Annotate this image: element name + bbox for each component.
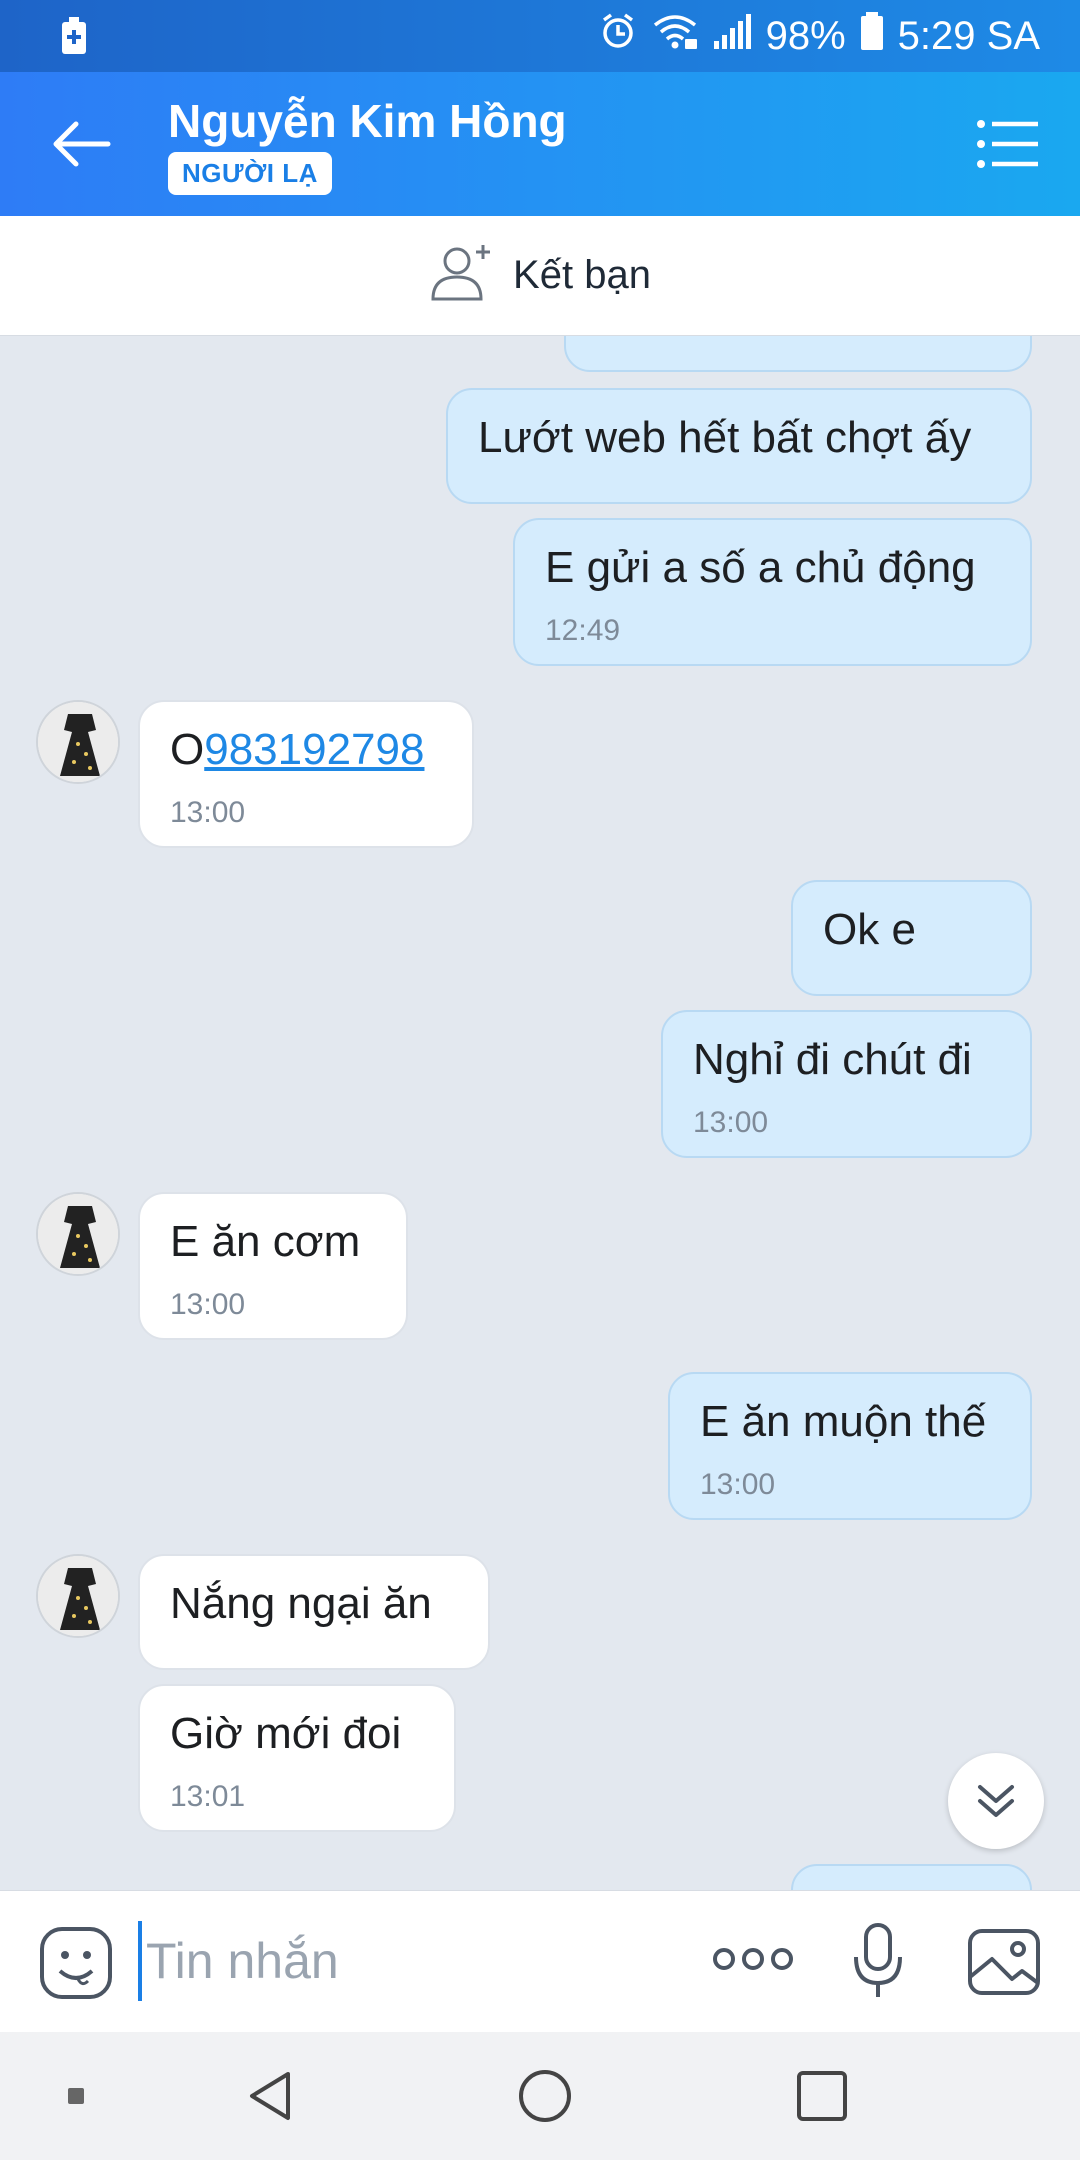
nav-back-button[interactable]	[230, 2032, 310, 2160]
send-photo-button[interactable]	[966, 1927, 1042, 2002]
message-bubble-partial[interactable]	[564, 336, 1032, 372]
system-nav-bar	[0, 2032, 1080, 2160]
message-text: E ăn cơm	[170, 1217, 361, 1266]
message-bubble[interactable]: Giờ mới đoi 13:01	[138, 1684, 456, 1832]
message-text: Nghỉ đi chút đi	[693, 1035, 972, 1084]
message-text: Nắng ngại ăn	[170, 1579, 432, 1628]
message-time: 13:01	[170, 1780, 246, 1813]
circle-home-icon	[519, 2070, 571, 2122]
composer-bar	[0, 1890, 1080, 2032]
battery-percent: 98%	[765, 13, 846, 58]
image-icon	[968, 1929, 1040, 1995]
message-list[interactable]: Lướt web hết bất chợt ấy E gửi a số a ch…	[0, 336, 1080, 1890]
message-bubble[interactable]: O983192798 13:00	[138, 700, 474, 848]
message-time: 13:00	[693, 1106, 769, 1139]
nav-indicator-icon	[56, 2032, 96, 2160]
battery-saver-icon	[60, 16, 88, 61]
scroll-to-bottom-button[interactable]	[948, 1753, 1044, 1849]
back-button[interactable]	[48, 114, 118, 174]
sticker-smile-icon	[40, 1927, 112, 1999]
voice-record-button[interactable]	[848, 1921, 908, 2006]
microphone-icon	[854, 1923, 902, 1997]
square-recents-icon	[797, 2071, 847, 2121]
message-text: E ăn muộn thế	[700, 1397, 987, 1446]
message-text: Giờ mới đoi	[170, 1709, 402, 1758]
message-time: 13:00	[700, 1468, 776, 1501]
clock-time: 5:29 SA	[897, 13, 1040, 58]
message-text: E gửi a số a chủ động	[545, 543, 976, 592]
message-input[interactable]	[138, 1921, 678, 2001]
nav-home-button[interactable]	[505, 2032, 585, 2160]
emoji-button[interactable]	[38, 1925, 114, 2006]
contact-name[interactable]: Nguyễn Kim Hồng	[168, 94, 567, 148]
contact-avatar[interactable]	[36, 1192, 120, 1276]
dress-photo-icon	[38, 702, 118, 782]
alarm-icon	[598, 11, 638, 61]
message-bubble[interactable]: E ăn muộn thế 13:00	[668, 1372, 1032, 1520]
triangle-back-icon	[250, 2072, 290, 2120]
list-menu-icon	[977, 120, 1038, 168]
add-friend-icon	[429, 241, 495, 310]
message-bubble[interactable]: E ăn cơm 13:00	[138, 1192, 408, 1340]
battery-icon	[860, 11, 884, 61]
message-time: 13:00	[170, 1288, 246, 1321]
more-dots-icon	[713, 1948, 793, 1970]
message-text-prefix: O	[170, 725, 205, 774]
message-time: 13:00	[170, 796, 246, 829]
contact-avatar[interactable]	[36, 700, 120, 784]
message-text: Lướt web hết bất chợt ấy	[478, 413, 972, 462]
message-time: 12:49	[545, 614, 621, 647]
message-text: Ok e	[823, 905, 916, 954]
message-bubble[interactable]: Ok e	[791, 880, 1032, 996]
contact-avatar[interactable]	[36, 1554, 120, 1638]
wifi-icon	[652, 11, 698, 61]
message-bubble[interactable]: Nắng ngại ăn	[138, 1554, 490, 1670]
message-bubble-partial[interactable]	[791, 1864, 1032, 1890]
chat-header: Nguyễn Kim Hồng NGƯỜI LẠ	[0, 72, 1080, 216]
status-bar: 98% 5:29 SA	[0, 0, 1080, 72]
message-bubble[interactable]: Lướt web hết bất chợt ấy	[446, 388, 1032, 504]
back-arrow-icon	[53, 121, 111, 167]
dress-photo-icon	[38, 1194, 118, 1274]
double-chevron-down-icon	[978, 1785, 1014, 1817]
message-bubble[interactable]: E gửi a số a chủ động 12:49	[513, 518, 1032, 666]
add-friend-button[interactable]: Kết bạn	[0, 216, 1080, 336]
phone-number-link[interactable]: 983192798	[204, 725, 424, 774]
dress-photo-icon	[38, 1556, 118, 1636]
stranger-badge: NGƯỜI LẠ	[168, 152, 332, 195]
more-options-button[interactable]	[712, 1939, 794, 1984]
message-bubble[interactable]: Nghỉ đi chút đi 13:00	[661, 1010, 1032, 1158]
signal-icon	[712, 11, 752, 61]
add-friend-label: Kết bạn	[513, 253, 651, 297]
menu-button[interactable]	[976, 116, 1040, 172]
nav-recents-button[interactable]	[782, 2032, 862, 2160]
